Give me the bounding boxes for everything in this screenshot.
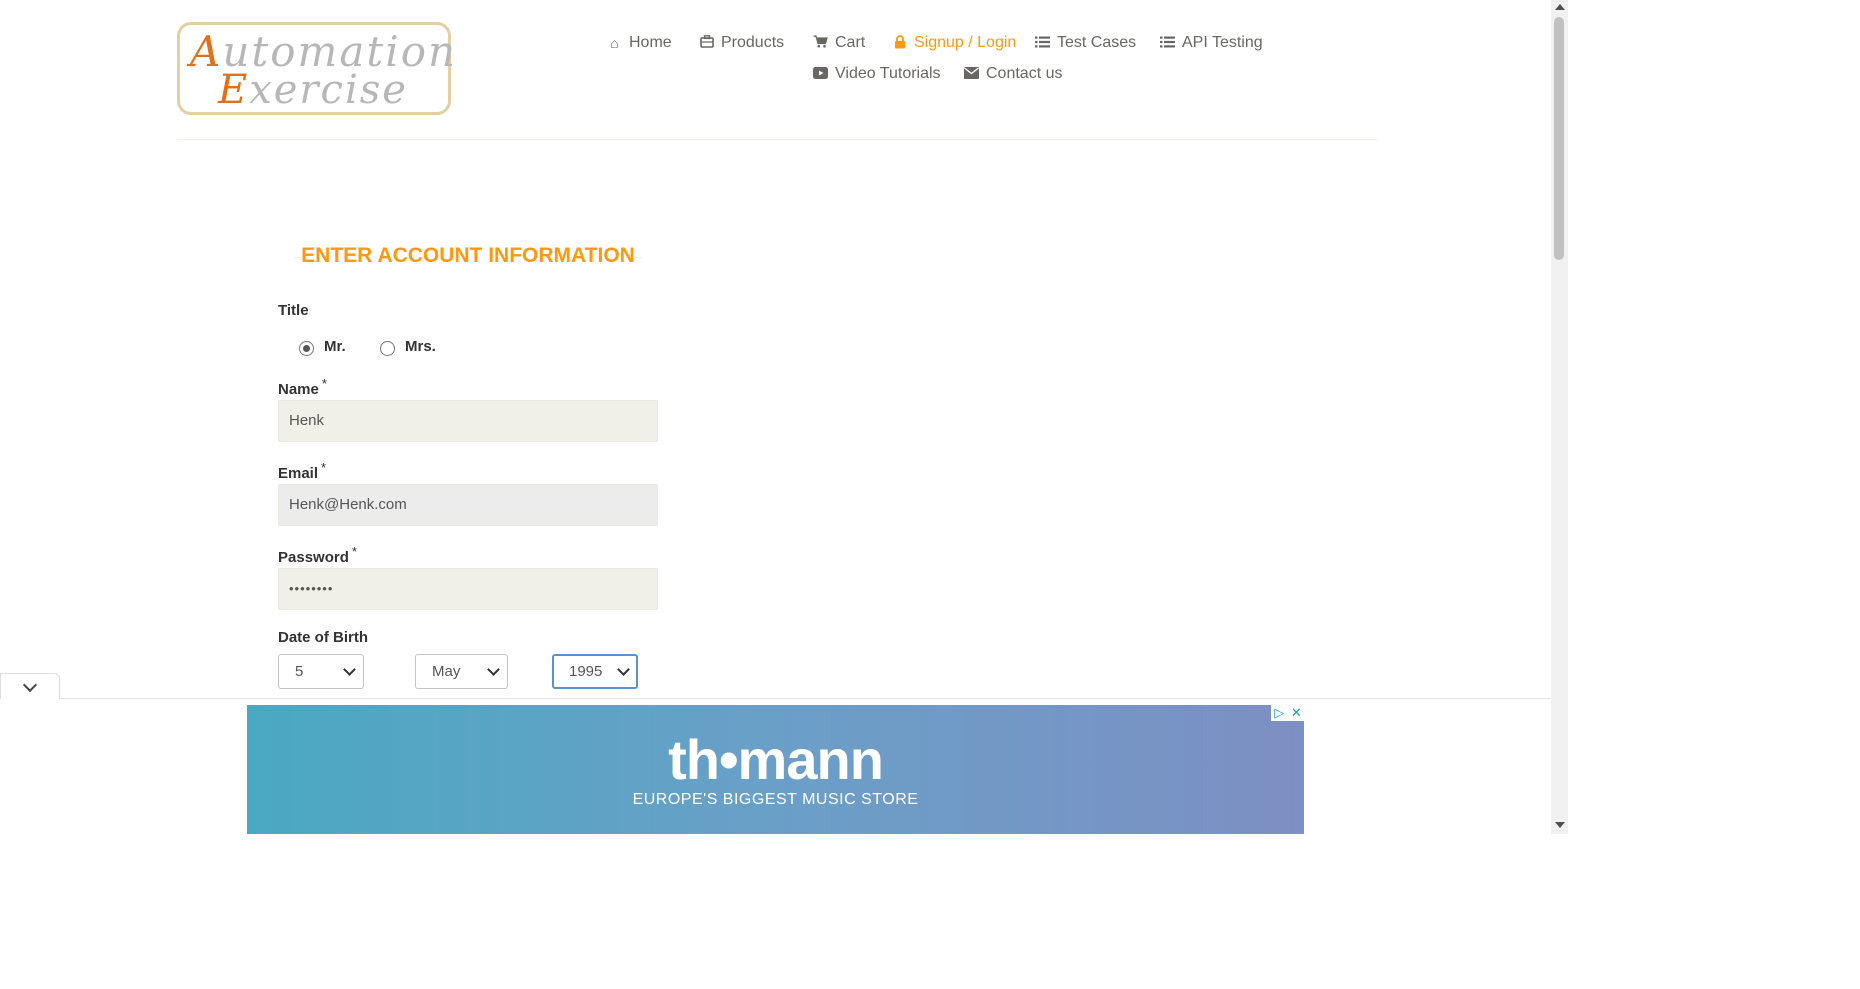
nav-signup-label: Signup / Login	[914, 34, 1017, 51]
nav-test-cases[interactable]: Test Cases	[1035, 34, 1136, 52]
dob-year-value: 1995	[569, 663, 603, 680]
vertical-scrollbar[interactable]	[1551, 0, 1568, 834]
email-label: Email *	[278, 460, 326, 482]
email-input[interactable]: Henk@Henk.com	[278, 484, 658, 526]
header-divider	[177, 139, 1377, 140]
logo-text-exercise: xercise	[249, 67, 408, 113]
email-label-text: Email	[278, 465, 319, 482]
title-label: Title	[278, 302, 309, 319]
dob-label: Date of Birth	[278, 629, 368, 646]
ad-choices-icon[interactable]: ▷	[1274, 705, 1284, 721]
ad-banner[interactable]: th•mann EUROPE'S BIGGEST MUSIC STORE	[247, 705, 1304, 834]
home-icon: ⌂	[610, 35, 619, 51]
title-mrs-label[interactable]: Mrs.	[405, 338, 436, 355]
ad-close-icon[interactable]: ✕	[1291, 705, 1302, 721]
dob-day-select[interactable]: 5	[278, 654, 364, 689]
name-input[interactable]: Henk	[278, 400, 658, 442]
name-label-text: Name	[278, 381, 319, 398]
chevron-down-icon	[343, 663, 356, 676]
title-mr-label[interactable]: Mr.	[324, 338, 346, 355]
chevron-down-icon	[22, 677, 38, 693]
envelope-icon	[964, 66, 979, 82]
chevron-down-icon	[617, 663, 630, 676]
form-heading: ENTER ACCOUNT INFORMATION	[294, 240, 642, 274]
nav-contact-us[interactable]: Contact us	[964, 65, 1062, 83]
ad-collapse-button[interactable]	[0, 673, 60, 699]
dob-month-select[interactable]: May	[415, 654, 508, 689]
nav-signup-login[interactable]: Signup / Login	[892, 34, 1016, 52]
password-input[interactable]: ••••••••	[278, 568, 658, 610]
list-icon	[1160, 35, 1175, 51]
scroll-down-arrow-icon[interactable]	[1555, 822, 1565, 828]
title-mr-radio[interactable]	[299, 341, 314, 356]
briefcase-icon	[699, 35, 714, 51]
chevron-down-icon	[487, 663, 500, 676]
cart-icon	[813, 35, 828, 51]
dob-year-select[interactable]: 1995	[552, 654, 638, 689]
nav-contact-label: Contact us	[986, 65, 1063, 82]
scroll-thumb[interactable]	[1554, 17, 1564, 260]
logo-letter-e: E	[218, 67, 250, 113]
dob-month-value: May	[432, 663, 461, 680]
scroll-up-arrow-icon[interactable]	[1555, 4, 1565, 10]
nav-video-label: Video Tutorials	[835, 65, 941, 82]
dob-day-value: 5	[295, 663, 304, 680]
nav-cart-label: Cart	[835, 34, 866, 51]
nav-api-testing-label: API Testing	[1182, 34, 1263, 51]
list-icon	[1035, 35, 1050, 51]
password-label-text: Password	[278, 549, 349, 566]
nav-api-testing[interactable]: API Testing	[1160, 34, 1263, 52]
form-heading-text: ENTER ACCOUNT INFORMATION	[301, 244, 635, 267]
site-logo[interactable]: Automation Exercise	[177, 22, 455, 115]
name-label: Name *	[278, 376, 327, 398]
nav-cart[interactable]: Cart	[813, 34, 865, 52]
youtube-play-icon	[813, 66, 828, 82]
password-required-mark: *	[351, 544, 357, 559]
title-mrs-radio[interactable]	[380, 341, 395, 356]
nav-home[interactable]: ⌂ Home	[607, 34, 672, 52]
email-required-mark: *	[321, 460, 327, 475]
lock-icon	[892, 34, 907, 52]
nav-home-label: Home	[629, 34, 672, 51]
nav-test-cases-label: Test Cases	[1057, 34, 1137, 51]
ad-choices[interactable]: ▷ ✕	[1271, 704, 1305, 721]
password-label: Password *	[278, 544, 357, 566]
nav-products-label: Products	[721, 34, 785, 51]
nav-video-tutorials[interactable]: Video Tutorials	[813, 65, 941, 83]
nav-products[interactable]: Products	[699, 34, 784, 52]
ad-tagline: EUROPE'S BIGGEST MUSIC STORE	[632, 791, 919, 808]
name-required-mark: *	[321, 376, 327, 391]
ad-brand-logo: th•mann	[668, 728, 884, 791]
